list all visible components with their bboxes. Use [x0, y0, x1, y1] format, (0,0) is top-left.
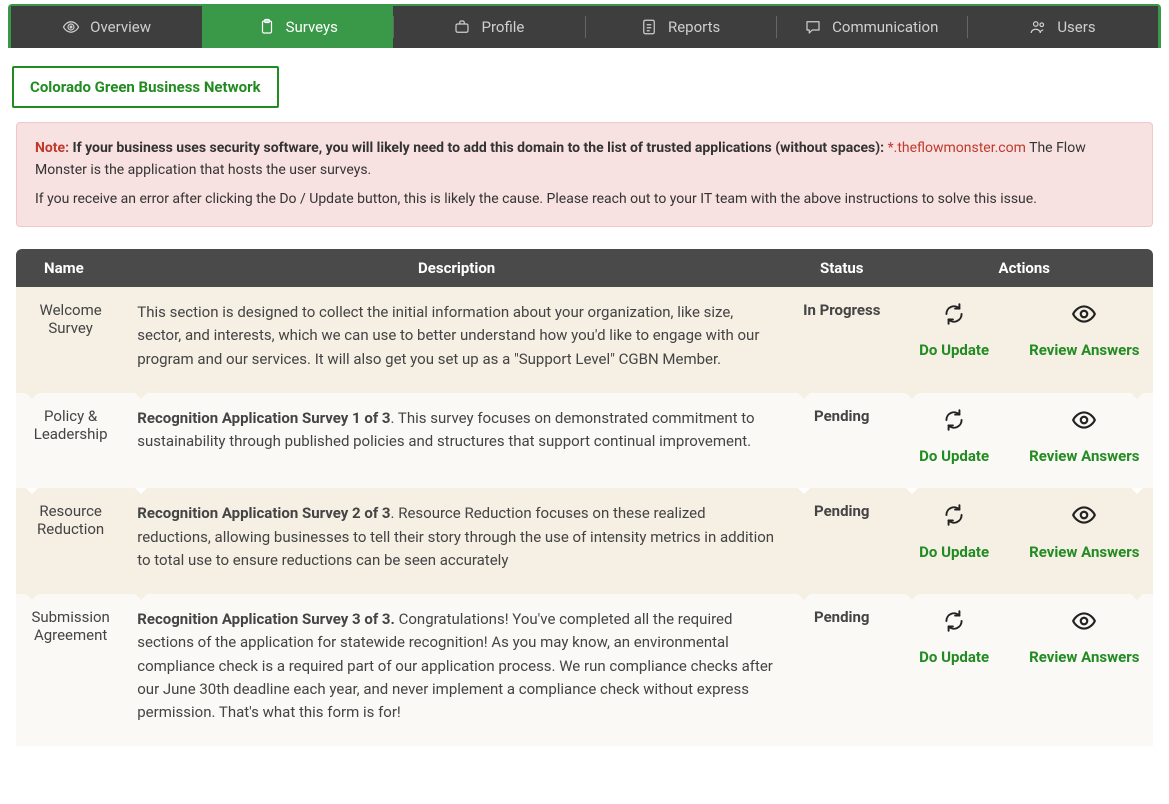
tab-profile[interactable]: Profile [393, 6, 584, 48]
report-icon [640, 18, 658, 36]
action-label: Review Answers [1029, 340, 1139, 360]
eye-icon [1071, 407, 1097, 438]
survey-description: Recognition Application Survey 3 of 3. C… [125, 594, 788, 746]
users-icon [1029, 18, 1047, 36]
col-actions: Actions [896, 249, 1153, 287]
tab-label: Reports [668, 18, 720, 36]
tab-users[interactable]: Users [967, 6, 1158, 48]
survey-name: Welcome Survey [16, 287, 125, 393]
action-label: Do Update [919, 340, 989, 360]
col-description: Description [125, 249, 788, 287]
action-label: Do Update [919, 446, 989, 466]
action-label: Do Update [919, 647, 989, 667]
eye-icon [62, 18, 80, 36]
clipboard-icon [258, 18, 276, 36]
eye-icon [1071, 608, 1097, 639]
note-label: Note: [35, 140, 69, 156]
tab-label: Overview [90, 18, 151, 36]
eye-icon [1071, 301, 1097, 332]
table-row: Resource ReductionRecognition Applicatio… [16, 488, 1153, 594]
note-line2: If you receive an error after clicking t… [35, 188, 1134, 210]
do-update-button[interactable]: Do Update [909, 608, 999, 668]
security-note: Note: If your business uses security sof… [16, 122, 1153, 227]
note-domain: *.theflowmonster.com [888, 140, 1026, 156]
survey-description: This section is designed to collect the … [125, 287, 788, 393]
col-name: Name [16, 249, 125, 287]
tab-label: Communication [832, 18, 938, 36]
tab-overview[interactable]: Overview [11, 6, 202, 48]
tab-reports[interactable]: Reports [585, 6, 776, 48]
tab-label: Users [1057, 18, 1095, 36]
refresh-icon [941, 608, 967, 639]
table-row: Welcome SurveyThis section is designed t… [16, 287, 1153, 393]
review-answers-button[interactable]: Review Answers [1029, 407, 1139, 467]
tab-surveys[interactable]: Surveys [202, 6, 393, 48]
survey-name: Resource Reduction [16, 488, 125, 594]
survey-actions: Do Update Review Answers [896, 287, 1153, 393]
review-answers-button[interactable]: Review Answers [1029, 502, 1139, 562]
review-answers-button[interactable]: Review Answers [1029, 608, 1139, 668]
tab-label: Profile [481, 18, 524, 36]
do-update-button[interactable]: Do Update [909, 301, 999, 361]
refresh-icon [941, 301, 967, 332]
action-label: Do Update [919, 542, 989, 562]
table-row: Policy & LeadershipRecognition Applicati… [16, 393, 1153, 489]
survey-actions: Do Update Review Answers [896, 488, 1153, 594]
survey-name: Submission Agreement [16, 594, 125, 746]
survey-name: Policy & Leadership [16, 393, 125, 489]
tab-communication[interactable]: Communication [776, 6, 967, 48]
action-label: Review Answers [1029, 446, 1139, 466]
eye-icon [1071, 502, 1097, 533]
action-label: Review Answers [1029, 542, 1139, 562]
review-answers-button[interactable]: Review Answers [1029, 301, 1139, 361]
survey-description: Recognition Application Survey 2 of 3. R… [125, 488, 788, 594]
briefcase-icon [453, 18, 471, 36]
tab-bar: Overview Surveys Profile Reports Communicati… [8, 4, 1161, 48]
tab-label: Surveys [286, 18, 338, 36]
survey-status: Pending [788, 488, 896, 594]
survey-actions: Do Update Review Answers [896, 393, 1153, 489]
do-update-button[interactable]: Do Update [909, 407, 999, 467]
surveys-table: Name Description Status Actions Welcome … [16, 249, 1153, 746]
survey-status: In Progress [788, 287, 896, 393]
survey-actions: Do Update Review Answers [896, 594, 1153, 746]
refresh-icon [941, 407, 967, 438]
do-update-button[interactable]: Do Update [909, 502, 999, 562]
program-badge: Colorado Green Business Network [12, 66, 279, 108]
refresh-icon [941, 502, 967, 533]
note-bold: If your business uses security software,… [73, 140, 885, 156]
survey-status: Pending [788, 594, 896, 746]
survey-status: Pending [788, 393, 896, 489]
table-row: Submission AgreementRecognition Applicat… [16, 594, 1153, 746]
col-status: Status [788, 249, 896, 287]
chat-icon [804, 18, 822, 36]
survey-description: Recognition Application Survey 1 of 3. T… [125, 393, 788, 489]
action-label: Review Answers [1029, 647, 1139, 667]
